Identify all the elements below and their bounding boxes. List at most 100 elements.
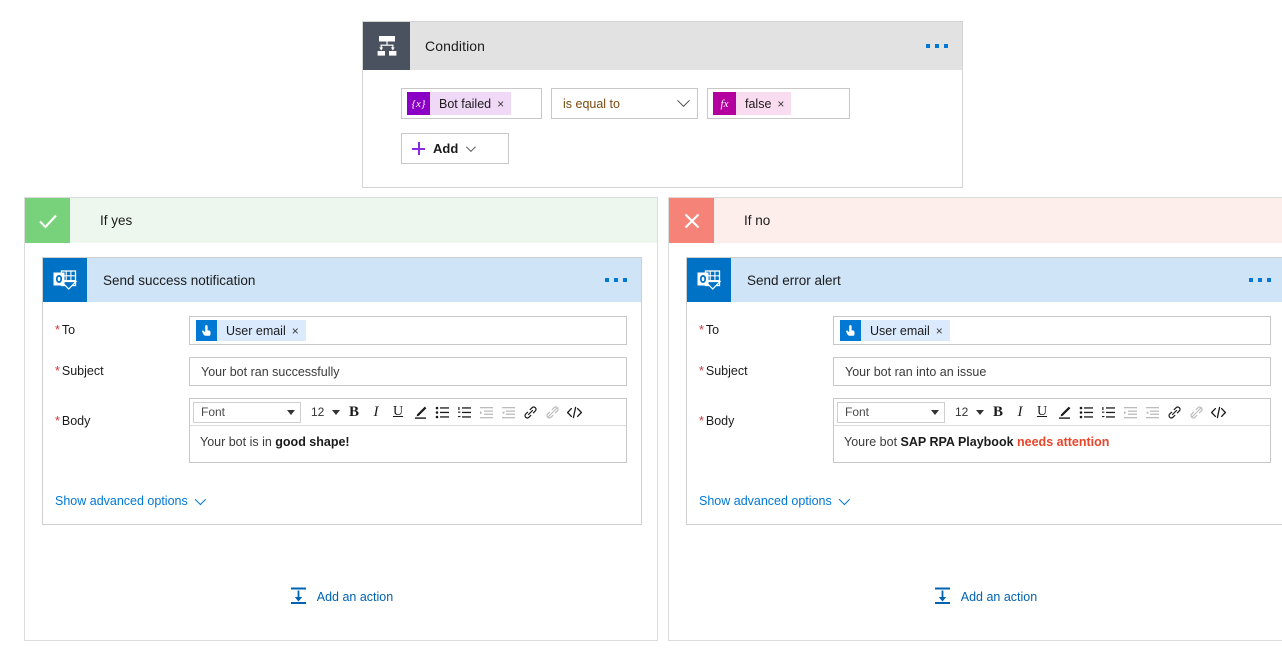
field-label-subject: * Subject bbox=[55, 364, 104, 378]
body-rich-text-editor[interactable]: Font 12 B I U bbox=[189, 398, 627, 463]
action-card-header[interactable]: Send success notification bbox=[43, 258, 641, 302]
branch-header-if-no: If no bbox=[669, 198, 1282, 243]
subject-input[interactable]: Your bot ran into an issue bbox=[833, 357, 1271, 386]
condition-branch-icon bbox=[363, 22, 410, 70]
numbered-list-icon[interactable] bbox=[453, 401, 475, 423]
add-action-label: Add an action bbox=[960, 590, 1038, 604]
insert-link-icon[interactable] bbox=[1163, 401, 1185, 423]
underline-button[interactable]: U bbox=[387, 401, 409, 423]
subject-value: Your bot ran into an issue bbox=[845, 364, 987, 379]
bold-button[interactable]: B bbox=[343, 401, 365, 423]
flow-designer-canvas: Condition {x} Bot failed × is equal to f… bbox=[0, 0, 1282, 653]
remove-token-icon[interactable]: × bbox=[497, 98, 504, 110]
condition-title: Condition bbox=[425, 38, 486, 54]
ellipsis-icon[interactable] bbox=[926, 44, 948, 48]
remove-token-icon[interactable]: × bbox=[292, 325, 299, 337]
body-content[interactable]: Youre bot SAP RPA Playbook needs attenti… bbox=[834, 426, 1270, 462]
branch-title: If no bbox=[744, 213, 771, 228]
font-size-select[interactable]: 12 bbox=[951, 402, 987, 423]
plus-icon bbox=[412, 142, 425, 155]
required-asterisk: * bbox=[55, 414, 60, 428]
increase-indent-icon[interactable] bbox=[497, 401, 519, 423]
code-view-icon[interactable] bbox=[1207, 401, 1229, 423]
body-text-plain: Youre bot bbox=[844, 435, 901, 449]
remove-token-icon[interactable]: × bbox=[936, 325, 943, 337]
to-input[interactable]: User email × bbox=[189, 316, 627, 345]
ellipsis-icon[interactable] bbox=[605, 278, 627, 282]
body-rich-text-editor[interactable]: Font 12 B I U bbox=[833, 398, 1271, 463]
show-advanced-options-link[interactable]: Show advanced options bbox=[55, 493, 206, 508]
expression-icon: fx bbox=[713, 92, 736, 115]
decrease-indent-icon[interactable] bbox=[1119, 401, 1141, 423]
body-content[interactable]: Your bot is in good shape! bbox=[190, 426, 626, 462]
condition-operator-select[interactable]: is equal to bbox=[551, 88, 698, 119]
insert-link-icon[interactable] bbox=[519, 401, 541, 423]
remove-token-icon[interactable]: × bbox=[777, 98, 784, 110]
bulleted-list-icon[interactable] bbox=[431, 401, 453, 423]
branch-header-if-yes: If yes bbox=[25, 198, 657, 243]
field-body: * Body Font 12 B bbox=[699, 398, 1271, 463]
remove-link-icon[interactable] bbox=[1185, 401, 1207, 423]
add-action-icon bbox=[933, 586, 952, 608]
bold-button[interactable]: B bbox=[987, 401, 1009, 423]
action-title: Send error alert bbox=[747, 272, 841, 288]
person-token[interactable]: User email × bbox=[840, 320, 950, 341]
show-advanced-options-link[interactable]: Show advanced options bbox=[699, 493, 850, 508]
action-card-header[interactable]: Send error alert bbox=[687, 258, 1282, 302]
remove-link-icon[interactable] bbox=[541, 401, 563, 423]
condition-card[interactable]: Condition {x} Bot failed × is equal to f… bbox=[362, 21, 963, 188]
body-text-plain: Your bot is in bbox=[200, 435, 276, 449]
chevron-down-icon bbox=[194, 493, 206, 506]
required-asterisk: * bbox=[699, 364, 704, 378]
token-label: Bot failed bbox=[439, 96, 492, 111]
required-asterisk: * bbox=[699, 414, 704, 428]
branch-title: If yes bbox=[100, 213, 133, 228]
subject-input[interactable]: Your bot ran successfully bbox=[189, 357, 627, 386]
add-action-label: Add an action bbox=[316, 590, 394, 604]
subject-value: Your bot ran successfully bbox=[201, 364, 340, 379]
pen-highlight-icon[interactable] bbox=[1053, 401, 1075, 423]
action-form: * To User email × * Subject Your bot ran… bbox=[43, 302, 641, 463]
italic-button[interactable]: I bbox=[365, 401, 387, 423]
code-view-icon[interactable] bbox=[563, 401, 585, 423]
font-size-select[interactable]: 12 bbox=[307, 402, 343, 423]
action-card-send-error-alert[interactable]: Send error alert * To User email × * Sub… bbox=[686, 257, 1282, 525]
font-family-select[interactable]: Font bbox=[837, 401, 945, 423]
ellipsis-icon[interactable] bbox=[1249, 278, 1271, 282]
chevron-down-icon bbox=[838, 493, 850, 506]
underline-button[interactable]: U bbox=[1031, 401, 1053, 423]
chevron-down-icon bbox=[677, 94, 690, 108]
add-an-action-button[interactable]: Add an action bbox=[669, 586, 1282, 608]
person-token-icon bbox=[840, 320, 861, 341]
add-condition-button[interactable]: Add bbox=[401, 133, 509, 164]
increase-indent-icon[interactable] bbox=[1141, 401, 1163, 423]
field-subject: * Subject Your bot ran into an issue bbox=[699, 357, 1271, 386]
caret-down-icon bbox=[332, 409, 340, 415]
outlook-icon bbox=[687, 258, 731, 302]
action-card-send-success-notification[interactable]: Send success notification * To User emai… bbox=[42, 257, 642, 525]
condition-right-operand[interactable]: fx false × bbox=[707, 88, 850, 119]
to-input[interactable]: User email × bbox=[833, 316, 1271, 345]
italic-button[interactable]: I bbox=[1009, 401, 1031, 423]
required-asterisk: * bbox=[55, 323, 60, 337]
font-size-value: 12 bbox=[311, 405, 325, 419]
font-family-select[interactable]: Font bbox=[193, 401, 301, 423]
action-form: * To User email × * Subject Your bot ran… bbox=[687, 302, 1282, 463]
caret-down-icon bbox=[976, 409, 984, 415]
numbered-list-icon[interactable] bbox=[1097, 401, 1119, 423]
pen-highlight-icon[interactable] bbox=[409, 401, 431, 423]
add-an-action-button[interactable]: Add an action bbox=[25, 586, 657, 608]
action-title: Send success notification bbox=[103, 272, 256, 288]
person-token[interactable]: User email × bbox=[196, 320, 306, 341]
expression-token[interactable]: fx false × bbox=[713, 92, 792, 115]
field-label-to: * To bbox=[699, 323, 720, 337]
condition-left-operand[interactable]: {x} Bot failed × bbox=[401, 88, 542, 119]
token-label: User email bbox=[226, 323, 286, 338]
condition-card-header[interactable]: Condition bbox=[363, 22, 962, 70]
operator-value: is equal to bbox=[563, 96, 620, 111]
bulleted-list-icon[interactable] bbox=[1075, 401, 1097, 423]
decrease-indent-icon[interactable] bbox=[475, 401, 497, 423]
dynamic-content-token[interactable]: {x} Bot failed × bbox=[407, 92, 512, 115]
branch-if-yes: If yes Send success notification * To Us… bbox=[24, 197, 658, 641]
required-asterisk: * bbox=[55, 364, 60, 378]
